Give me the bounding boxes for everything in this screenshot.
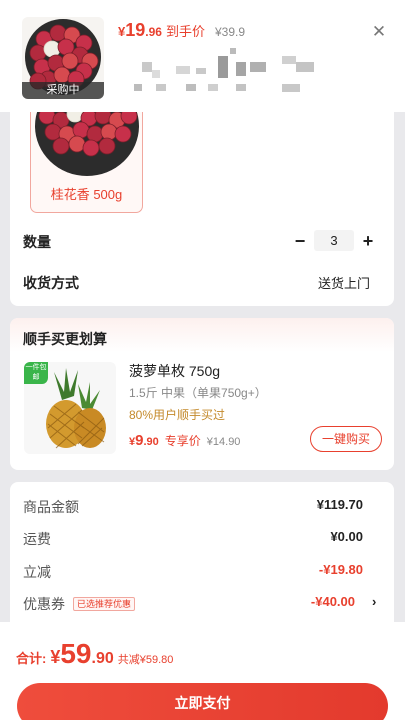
addon-section-title: 顺手买更划算 — [23, 331, 107, 347]
checkout-bar: 合计: ¥59.90 共减¥59.80 立即支付 — [0, 622, 405, 720]
addon-card: 顺手买更划算 一件包邮 菠萝单枚 750g 1.5斤 中果（单果750g+） 8… — [10, 318, 394, 470]
delivery-method-label: 收货方式 — [23, 275, 79, 291]
quantity-increase-button[interactable]: + — [360, 231, 376, 251]
lychee-fruit — [100, 123, 118, 141]
product-thumbnail: 采购中 — [22, 17, 104, 99]
summary-value: -¥19.80 — [318, 562, 363, 577]
summary-row-discount: 立减 -¥19.80 — [23, 562, 363, 582]
summary-label: 商品金额 — [23, 499, 79, 515]
lychee-fruit — [68, 135, 86, 153]
original-price: ¥39.9 — [214, 25, 245, 39]
addon-price-tag: 专享价 — [164, 434, 201, 448]
total-price: 合计: ¥59.90 共减¥59.80 — [16, 638, 173, 670]
spec-option-label: 桂花香 500g — [50, 187, 123, 202]
pay-now-button[interactable]: 立即支付 — [17, 683, 388, 720]
total-integer: 59 — [60, 638, 92, 669]
total-saved: 共减¥59.80 — [117, 654, 174, 666]
lychee-fruit — [61, 52, 79, 70]
lychee-fruit — [52, 137, 70, 155]
addon-product-name[interactable]: 菠萝单枚 750g — [129, 361, 220, 381]
lychee-fruit — [29, 44, 47, 62]
final-price-tag: 到手价 — [165, 24, 205, 39]
price-decimal: .96 — [145, 25, 162, 39]
delivery-method-value[interactable]: 送货上门 — [290, 273, 370, 292]
total-currency: ¥ — [50, 647, 61, 667]
summary-value: ¥0.00 — [330, 529, 363, 544]
quantity-value[interactable]: 3 — [314, 230, 354, 251]
spec-option-selected[interactable]: 桂花香 500g — [30, 108, 143, 213]
lychee-fruit — [57, 38, 75, 56]
addon-price: ¥9.90 专享价 ¥14.90 — [129, 432, 240, 450]
quantity-label: 数量 — [23, 234, 51, 250]
summary-value: -¥40.00 — [310, 594, 355, 609]
one-click-buy-button[interactable]: 一键购买 — [310, 426, 382, 452]
lychee-fruit — [86, 125, 104, 143]
lychee-fruit — [49, 24, 67, 42]
lychee-fruit — [114, 125, 132, 143]
product-summary-header: 采购中 ¥19.96 到手价 ¥39.9 ✕ — [0, 0, 405, 112]
total-decimal: .90 — [91, 650, 114, 667]
addon-price-decimal: .90 — [143, 436, 159, 448]
lychee-fruit — [43, 40, 61, 58]
lychee-fruit — [98, 137, 116, 155]
coupon-recommended-badge: 已选推荐优惠 — [73, 597, 136, 611]
lychee-fruit — [72, 121, 90, 139]
chevron-right-icon[interactable]: › — [372, 594, 376, 609]
summary-row-coupon[interactable]: 优惠券 已选推荐优惠 -¥40.00 — [23, 594, 355, 614]
free-shipping-tag: 一件包邮 — [24, 362, 48, 384]
lychee-option-image — [35, 108, 139, 176]
summary-label: 立减 — [23, 564, 51, 580]
header-price: ¥19.96 到手价 ¥39.9 — [118, 20, 245, 41]
summary-row-shipping: 运费 ¥0.00 — [23, 529, 363, 549]
quantity-decrease-button[interactable]: − — [292, 231, 308, 251]
lychee-fruit — [53, 66, 71, 84]
summary-row-goods: 商品金额 ¥119.70 — [23, 497, 363, 517]
purchasing-badge: 采购中 — [22, 82, 104, 99]
pineapple-image[interactable]: 一件包邮 — [24, 362, 116, 454]
addon-product-spec: 1.5斤 中果（单果750g+） — [129, 386, 267, 400]
addon-original-price: ¥14.90 — [206, 436, 241, 448]
price-integer: 19 — [125, 20, 146, 40]
summary-label: 优惠券 — [23, 596, 65, 612]
total-label: 合计: — [16, 651, 47, 666]
summary-label: 运费 — [23, 531, 51, 547]
close-icon[interactable]: ✕ — [370, 23, 388, 41]
lychee-fruit — [82, 139, 100, 157]
addon-social-proof: 80%用户顺手买过 — [129, 408, 226, 422]
lychee-fruit — [44, 123, 62, 141]
summary-value: ¥119.70 — [316, 497, 363, 512]
